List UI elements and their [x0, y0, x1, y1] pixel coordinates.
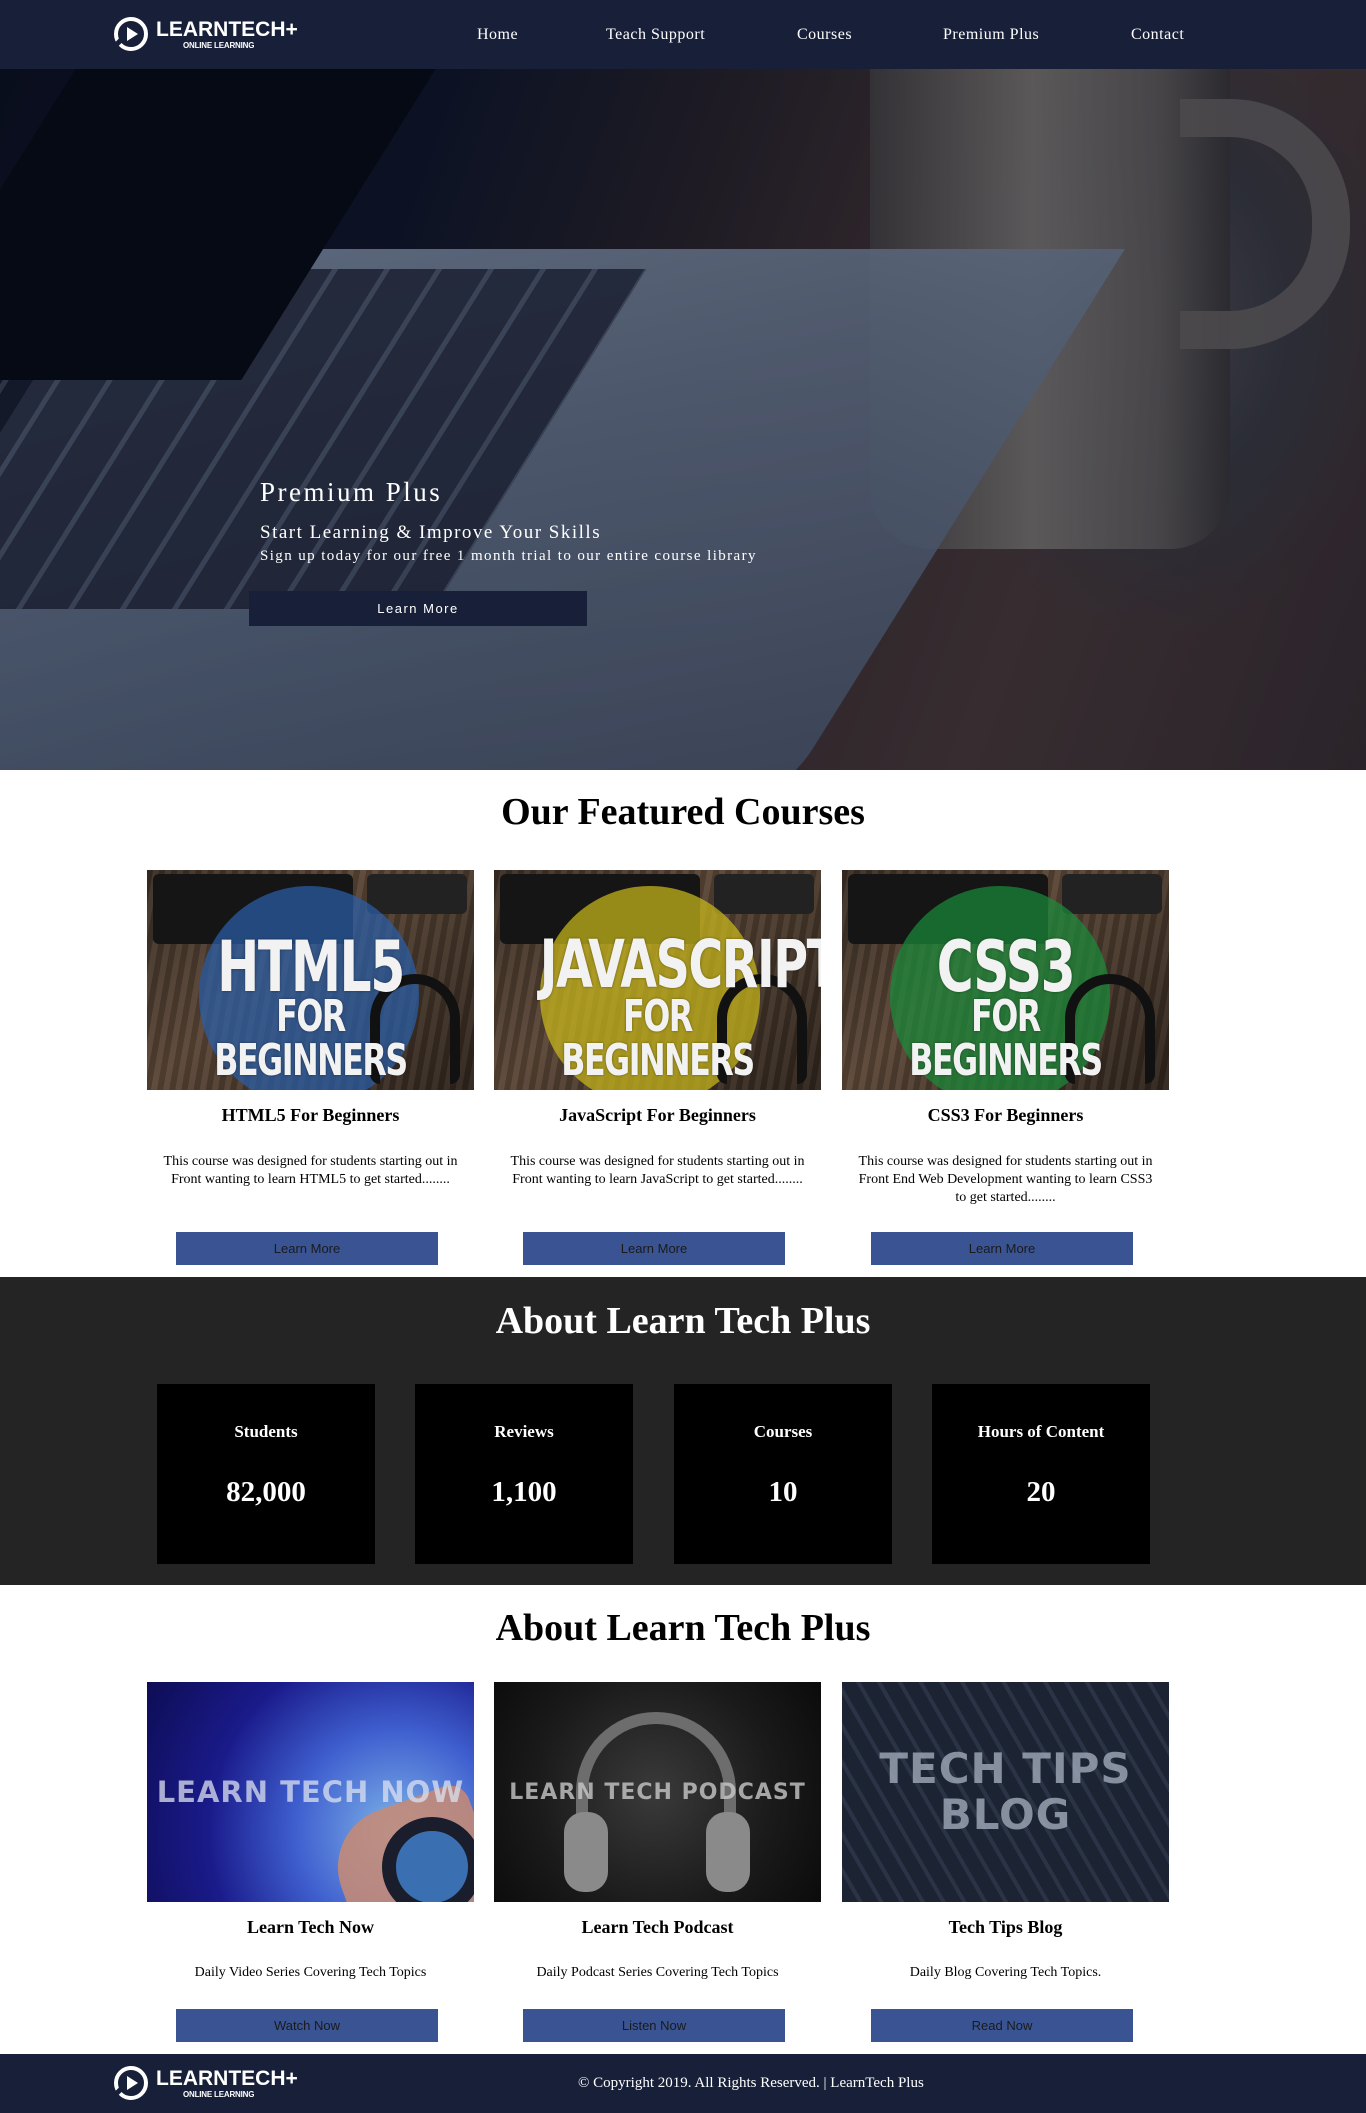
stat-hours-of-content: Hours of Content 20: [932, 1384, 1150, 1564]
media-image-learn-tech-now[interactable]: LEARN TECH NOW: [147, 1682, 474, 1902]
footer-copyright: © Copyright 2019. All Rights Reserved. |…: [578, 2075, 924, 2091]
stat-students: Students 82,000: [157, 1384, 375, 1564]
media-image-text-line1: TECH TIPS: [879, 1743, 1132, 1793]
media-title: Learn Tech Now: [246, 1917, 374, 1937]
media-description: Daily Blog Covering Tech Topics.: [909, 1965, 1102, 1980]
stat-label: Courses: [753, 1422, 813, 1441]
footer: LEARNTECH+ ONLINE LEARNING © Copyright 2…: [0, 2054, 1366, 2113]
course-learn-more-button[interactable]: Learn More: [176, 1232, 438, 1265]
course-description: This course was designed for students st…: [858, 1154, 1153, 1205]
course-title: CSS3 For Beginners: [927, 1105, 1084, 1125]
course-image-css3[interactable]: CSS3 FOR BEGINNERS: [842, 870, 1169, 1090]
stat-value: 1,100: [491, 1476, 557, 1508]
play-circle-icon: [112, 15, 150, 53]
media-image-learn-tech-podcast[interactable]: LEARN TECH PODCAST: [494, 1682, 821, 1902]
brand-logo[interactable]: LEARNTECH+ ONLINE LEARNING: [112, 14, 298, 54]
hero-overlay: [0, 69, 1366, 770]
footer-brand-logo[interactable]: LEARNTECH+ ONLINE LEARNING: [112, 2063, 298, 2103]
media-image-text-line2: BLOG: [939, 1790, 1072, 1839]
course-image-line1: JAVASCRIPT: [539, 926, 821, 1003]
stat-courses: Courses 10: [674, 1384, 892, 1564]
course-image-line2: FOR BEGINNERS: [561, 991, 755, 1086]
nav-teach-support-link[interactable]: Teach Support: [606, 26, 705, 44]
media-card-tech-tips-blog: TECH TIPS BLOG Tech Tips Blog Daily Blog…: [842, 1682, 1169, 2042]
hero-title: Premium Plus: [260, 477, 443, 507]
course-card-html5: HTML5 FOR BEGINNERS HTML5 For Beginners …: [147, 870, 474, 1270]
stat-value: 10: [768, 1476, 798, 1508]
hero-description: Sign up today for our free 1 month trial…: [260, 548, 757, 564]
brand-tagline: ONLINE LEARNING: [183, 2089, 255, 2099]
headphone-right-cup: [706, 1812, 750, 1892]
play-circle-icon: [112, 2064, 150, 2102]
stat-label: Hours of Content: [977, 1422, 1105, 1441]
course-card-javascript: JAVASCRIPT FOR BEGINNERS JavaScript For …: [494, 870, 821, 1270]
brand-name: LEARNTECH+: [156, 2066, 298, 2090]
course-image-javascript[interactable]: JAVASCRIPT FOR BEGINNERS: [494, 870, 821, 1090]
course-card-css3: CSS3 FOR BEGINNERS CSS3 For Beginners Th…: [842, 870, 1169, 1270]
stat-value: 82,000: [226, 1476, 306, 1508]
hero-subtitle: Start Learning & Improve Your Skills: [260, 522, 602, 543]
nav-premium-plus-link[interactable]: Premium Plus: [943, 26, 1039, 44]
watch-now-button[interactable]: Watch Now: [176, 2009, 438, 2042]
stat-label: Students: [234, 1422, 298, 1441]
course-description: This course was designed for students st…: [510, 1154, 805, 1187]
featured-courses-heading: Our Featured Courses: [501, 791, 865, 833]
media-title: Learn Tech Podcast: [581, 1917, 734, 1937]
course-learn-more-button[interactable]: Learn More: [523, 1232, 785, 1265]
media-image-text: LEARN TECH NOW: [156, 1775, 465, 1809]
media-description: Daily Podcast Series Covering Tech Topic…: [536, 1965, 779, 1980]
read-now-button[interactable]: Read Now: [871, 2009, 1133, 2042]
stat-label: Reviews: [494, 1422, 554, 1441]
nav-courses-link[interactable]: Courses: [797, 26, 852, 44]
media-image-text: LEARN TECH PODCAST: [509, 1779, 806, 1805]
course-image-line2: FOR BEGINNERS: [214, 991, 408, 1086]
brand-tagline: ONLINE LEARNING: [183, 40, 255, 50]
media-description: Daily Video Series Covering Tech Topics: [194, 1965, 427, 1980]
hero-content: Premium Plus Start Learning & Improve Yo…: [260, 477, 757, 565]
about-stats-heading: About Learn Tech Plus: [495, 1300, 871, 1342]
hero-learn-more-button[interactable]: Learn More: [249, 591, 587, 626]
nav-contact-link[interactable]: Contact: [1131, 26, 1184, 44]
hero-banner: Premium Plus Start Learning & Improve Yo…: [0, 69, 1366, 770]
media-image-tech-tips-blog[interactable]: TECH TIPS BLOG: [842, 1682, 1169, 1902]
brand-name: LEARNTECH+: [156, 17, 298, 41]
course-description: This course was designed for students st…: [163, 1154, 458, 1187]
stat-reviews: Reviews 1,100: [415, 1384, 633, 1564]
course-image-html5[interactable]: HTML5 FOR BEGINNERS: [147, 870, 474, 1090]
media-title: Tech Tips Blog: [948, 1917, 1063, 1937]
media-card-learn-tech-podcast: LEARN TECH PODCAST Learn Tech Podcast Da…: [494, 1682, 821, 2042]
headphone-left-cup: [564, 1812, 608, 1892]
nav-home-link[interactable]: Home: [477, 26, 518, 44]
stat-value: 20: [1026, 1476, 1056, 1508]
course-title: HTML5 For Beginners: [221, 1105, 400, 1125]
media-card-learn-tech-now: LEARN TECH NOW Learn Tech Now Daily Vide…: [147, 1682, 474, 2042]
course-learn-more-button[interactable]: Learn More: [871, 1232, 1133, 1265]
about-stats-section: About Learn Tech Plus Students 82,000 Re…: [0, 1277, 1366, 1585]
course-title: JavaScript For Beginners: [559, 1105, 756, 1125]
top-navbar: LEARNTECH+ ONLINE LEARNING Home Teach Su…: [0, 0, 1366, 69]
listen-now-button[interactable]: Listen Now: [523, 2009, 785, 2042]
course-image-line2: FOR BEGINNERS: [909, 991, 1103, 1086]
about-media-heading: About Learn Tech Plus: [495, 1607, 871, 1649]
